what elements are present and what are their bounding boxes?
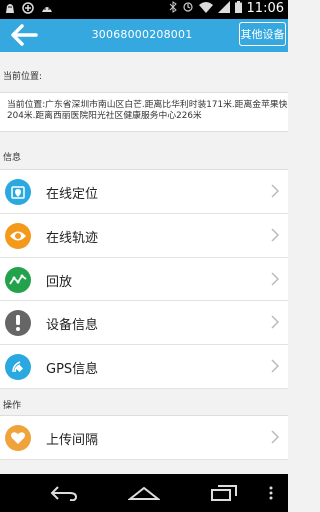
exclamation-icon xyxy=(5,310,31,337)
list-item-device-info[interactable]: 设备信息 xyxy=(0,301,288,346)
ops-section-title: 操作 xyxy=(3,401,22,411)
list-item-label: 设备信息 xyxy=(46,318,99,334)
nav-home-button[interactable] xyxy=(127,485,161,505)
location-box: 当前位置:广东省深圳市南山区白芒.距离比华利时装171米.距离金苹果快餐厅204… xyxy=(0,92,288,132)
list-item-label: 在线定位 xyxy=(46,187,99,202)
more-vert-icon xyxy=(269,486,273,500)
list-item-online-track[interactable]: 在线轨迹 xyxy=(0,214,288,258)
list-item-label: 上传间隔 xyxy=(46,433,99,448)
battery-icon xyxy=(234,1,242,16)
ops-list: 上传间隔 xyxy=(0,415,288,460)
status-time: 11:06 xyxy=(246,1,284,16)
navigation-bar xyxy=(0,474,288,512)
list-item-label: GPS信息 xyxy=(46,362,99,378)
info-list: 在线定位 在线轨迹 回放 设备信息 GPS信息 xyxy=(0,169,288,389)
device-id-title: 30068000208001 xyxy=(91,28,193,41)
android-icon xyxy=(40,2,54,17)
satellite-icon xyxy=(5,354,31,381)
back-button[interactable] xyxy=(10,24,40,46)
wifi-icon xyxy=(198,1,213,16)
sync-icon xyxy=(182,1,194,16)
nav-back-button[interactable] xyxy=(50,485,78,505)
chevron-right-icon xyxy=(271,359,280,373)
location-section-title: 当前位置: xyxy=(3,72,43,82)
nav-recents-button[interactable] xyxy=(210,484,238,506)
map-pin-icon xyxy=(5,179,31,205)
chevron-right-icon xyxy=(271,272,280,286)
trend-icon xyxy=(5,266,31,293)
other-devices-button[interactable]: 其他设备 xyxy=(239,22,286,46)
list-item-playback[interactable]: 回放 xyxy=(0,258,288,302)
back-arrow-icon xyxy=(11,24,38,46)
eye-icon xyxy=(5,222,31,249)
list-item-gps-info[interactable]: GPS信息 xyxy=(0,345,288,389)
chevron-right-icon xyxy=(271,430,280,444)
status-bar: 11:06 xyxy=(0,0,288,19)
location-text: 当前位置:广东省深圳市南山区白芒.距离比华利时装171米.距离金苹果快餐厅204… xyxy=(7,100,288,121)
info-section-title: 信息 xyxy=(3,153,22,163)
add-circle-icon xyxy=(22,2,34,17)
bluetooth-icon xyxy=(169,1,177,16)
nav-back-icon xyxy=(50,486,78,502)
heart-icon xyxy=(5,425,31,451)
alien-icon xyxy=(4,2,16,17)
signal-icon xyxy=(217,1,230,16)
list-item-upload-interval[interactable]: 上传间隔 xyxy=(0,416,288,460)
nav-recents-icon xyxy=(211,485,237,501)
list-item-online-location[interactable]: 在线定位 xyxy=(0,170,288,214)
list-item-label: 回放 xyxy=(46,274,73,290)
chevron-right-icon xyxy=(271,315,280,329)
app-bar: 30068000208001 其他设备 xyxy=(0,19,288,52)
nav-menu-button[interactable] xyxy=(268,485,274,505)
nav-home-icon xyxy=(127,486,161,500)
chevron-right-icon xyxy=(271,184,280,198)
chevron-right-icon xyxy=(271,228,280,242)
list-item-label: 在线轨迹 xyxy=(46,230,99,246)
